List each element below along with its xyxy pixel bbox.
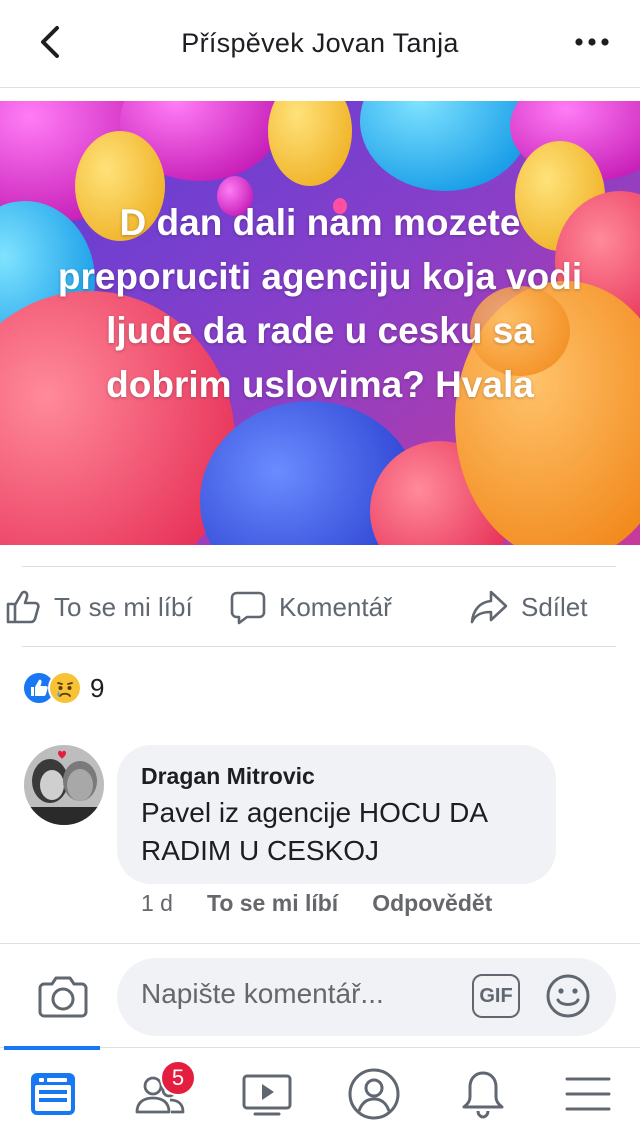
comment-like-link[interactable]: To se mi líbí <box>207 890 338 917</box>
avatar[interactable] <box>24 745 104 825</box>
reactions-summary[interactable]: 9 <box>22 670 104 706</box>
news-feed-icon <box>31 1073 75 1115</box>
more-horizontal-icon <box>575 38 609 46</box>
bottom-tab-bar: 5 <box>0 1046 640 1136</box>
post-text: D dan dali nam mozete preporuciti agenci… <box>57 202 583 405</box>
tab-notifications[interactable] <box>455 1066 511 1122</box>
comment-time: 1 d <box>141 890 173 916</box>
bell-icon <box>462 1071 504 1119</box>
comment-label: Komentář <box>279 591 392 622</box>
comment-meta: 1 d To se mi líbí Odpovědět <box>141 890 526 917</box>
share-button[interactable]: Sdílet <box>469 588 588 626</box>
share-label: Sdílet <box>521 591 588 622</box>
gif-button[interactable]: GIF <box>472 974 520 1018</box>
active-tab-indicator <box>4 1046 100 1050</box>
divider <box>22 646 616 647</box>
share-icon <box>470 590 508 624</box>
comment-text: Pavel iz agencije HOCU DA RADIM U CESKOJ <box>141 797 487 866</box>
comment-bubble[interactable]: Dragan Mitrovic Pavel iz agencije HOCU D… <box>117 745 556 884</box>
friends-badge: 5 <box>160 1060 196 1096</box>
smiley-icon <box>546 974 590 1018</box>
tab-profile[interactable] <box>346 1066 402 1122</box>
more-button[interactable] <box>572 24 612 60</box>
like-label: To se mi líbí <box>54 591 193 622</box>
top-bar: Příspěvek Jovan Tanja <box>0 0 640 88</box>
tab-friends[interactable]: 5 <box>132 1060 196 1122</box>
sad-reaction-icon <box>48 671 82 705</box>
comment-input-placeholder: Napište komentář... <box>141 978 384 1009</box>
profile-icon <box>348 1068 400 1120</box>
emoji-button[interactable] <box>545 973 591 1024</box>
comment-reply-link[interactable]: Odpovědět <box>372 890 492 917</box>
camera-button[interactable] <box>38 974 88 1023</box>
comment-composer: Napište komentář... GIF <box>0 943 640 1047</box>
comment-icon <box>230 591 266 625</box>
hamburger-menu-icon <box>565 1077 611 1111</box>
page-title: Příspěvek Jovan Tanja <box>181 28 459 58</box>
post-banner[interactable]: D dan dali nam mozete preporuciti agenci… <box>0 101 640 545</box>
reaction-count: 9 <box>90 672 105 703</box>
comment-button[interactable]: Komentář <box>229 588 392 626</box>
comment-author[interactable]: Dragan Mitrovic <box>141 763 532 790</box>
tab-watch[interactable] <box>239 1066 295 1122</box>
gif-label: GIF <box>479 984 513 1007</box>
camera-icon <box>38 976 88 1018</box>
back-button[interactable] <box>30 22 70 62</box>
watch-video-icon <box>242 1074 292 1116</box>
chevron-left-icon <box>41 26 59 58</box>
like-button[interactable]: To se mi líbí <box>4 588 193 626</box>
thumbs-up-icon <box>6 590 40 624</box>
tab-news-feed[interactable] <box>25 1066 81 1122</box>
action-bar: To se mi líbí Komentář Sdílet <box>0 566 640 646</box>
tab-menu[interactable] <box>560 1066 616 1122</box>
